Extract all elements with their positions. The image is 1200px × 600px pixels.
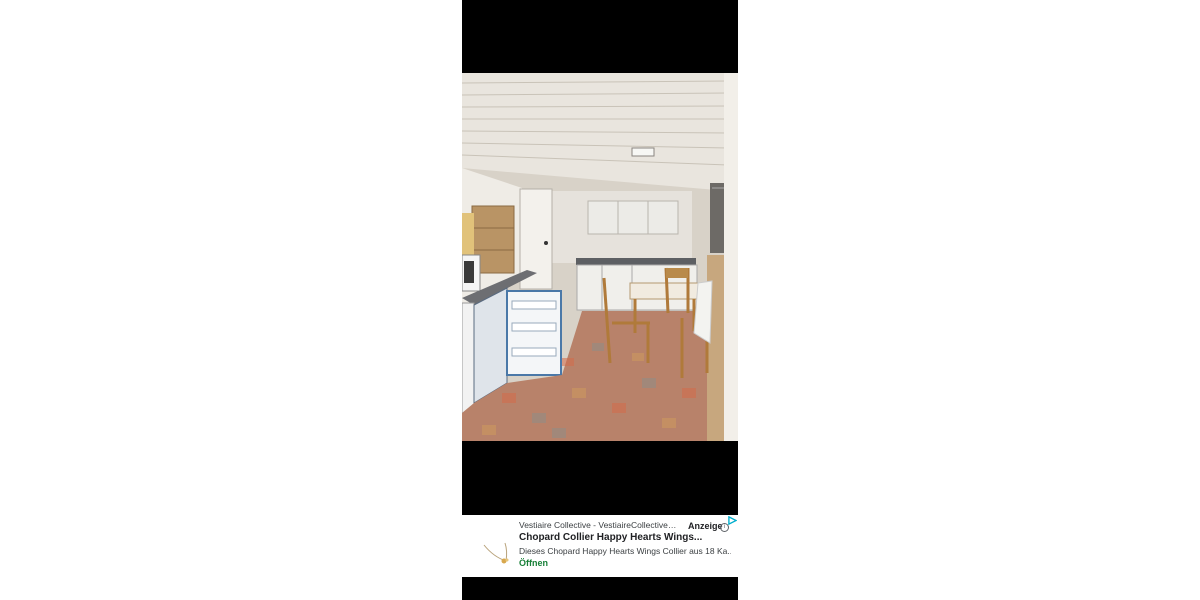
open-ad-button[interactable]: Öffnen bbox=[519, 558, 548, 568]
image-viewer: Vestiaire Collective - VestiaireCollecti… bbox=[462, 0, 738, 600]
ad-description: Dieses Chopard Happy Hearts Wings Collie… bbox=[519, 546, 731, 556]
ad-label: Anzeige bbox=[688, 521, 723, 531]
ad-source: Vestiaire Collective - VestiaireCollecti… bbox=[519, 520, 677, 530]
kitchen-photo-illustration bbox=[462, 73, 738, 441]
advertisement-banner[interactable]: Vestiaire Collective - VestiaireCollecti… bbox=[462, 515, 738, 577]
necklace-icon bbox=[483, 542, 509, 564]
adchoices-icon[interactable] bbox=[728, 516, 737, 525]
ad-title[interactable]: Chopard Collier Happy Hearts Wings... bbox=[519, 532, 729, 543]
kitchen-photo[interactable] bbox=[462, 73, 738, 441]
